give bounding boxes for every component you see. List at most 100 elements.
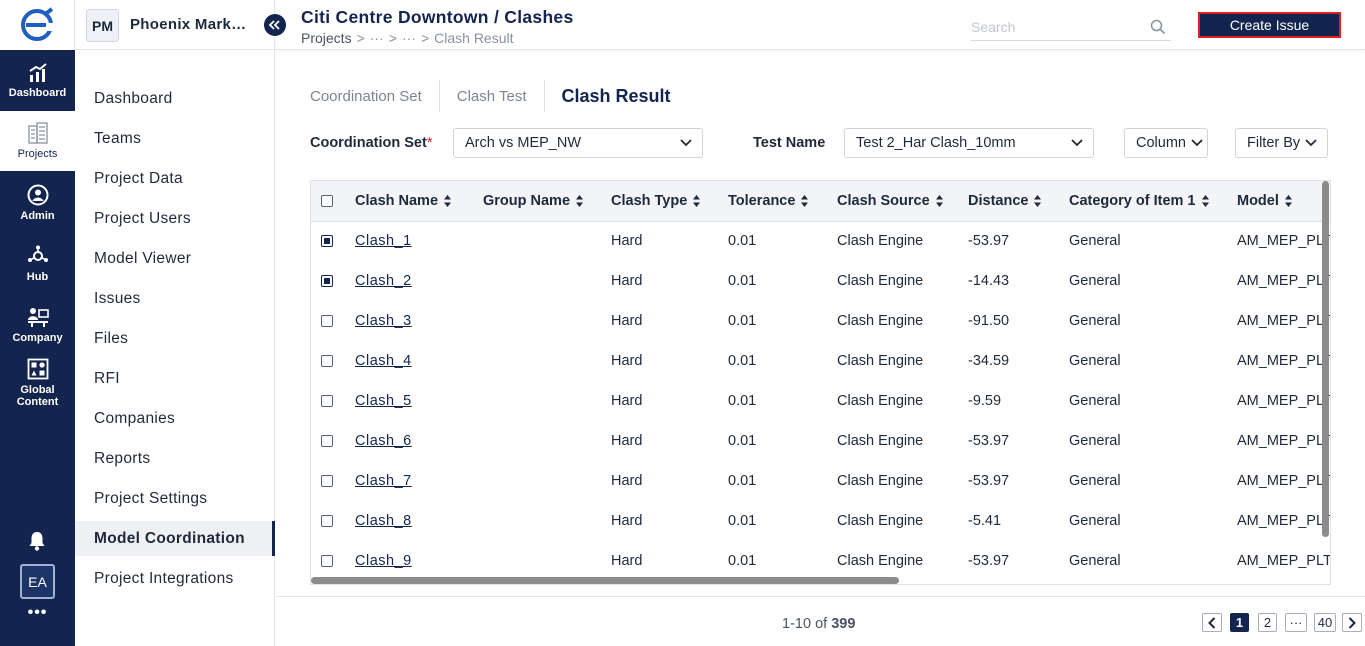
clash-name-link[interactable]: Clash_2	[355, 273, 412, 289]
column-header-clash-source[interactable]: Clash Source	[837, 181, 968, 222]
page-button-1[interactable]: 1	[1230, 613, 1249, 632]
app-logo[interactable]	[0, 0, 75, 50]
table-row[interactable]: Clash_1 Hard 0.01 Clash Engine -53.97 General…	[311, 221, 1330, 261]
clash-name-link[interactable]: Clash_6	[355, 433, 412, 449]
row-checkbox[interactable]	[321, 515, 333, 528]
vertical-scrollbar[interactable]	[1322, 181, 1329, 537]
row-checkbox[interactable]	[321, 475, 333, 488]
select-all-cell	[311, 181, 355, 222]
search-input[interactable]	[971, 16, 1141, 38]
next-page-button[interactable]	[1342, 613, 1362, 632]
more-menu-icon[interactable]: •••	[0, 604, 75, 622]
column-header-category-item-1[interactable]: Category of Item 1	[1069, 181, 1237, 222]
table-row[interactable]: Clash_7 Hard 0.01 Clash Engine -53.97 General…	[311, 461, 1330, 501]
clash-name-link[interactable]: Clash_9	[355, 553, 412, 569]
table-row[interactable]: Clash_4 Hard 0.01 Clash Engine -34.59 General…	[311, 341, 1330, 381]
create-issue-button[interactable]: Create Issue	[1198, 12, 1341, 38]
row-checkbox[interactable]	[321, 395, 333, 408]
sidebar-item-companies[interactable]: Companies	[75, 401, 275, 436]
double-chevron-left-icon	[269, 20, 280, 30]
table-row[interactable]: Clash_8 Hard 0.01 Clash Engine -5.41 General A…	[311, 501, 1330, 541]
column-header-clash-type[interactable]: Clash Type	[611, 181, 728, 222]
rail-item-global-content[interactable]: Global Content	[0, 352, 75, 414]
table-row[interactable]: Clash_6 Hard 0.01 Clash Engine -53.97 General…	[311, 421, 1330, 461]
sidebar-item-model-coordination[interactable]: Model Coordination	[75, 521, 275, 556]
rail-item-projects[interactable]: Projects	[0, 111, 75, 171]
distance-cell: -9.59	[968, 393, 1002, 409]
sort-icon[interactable]	[1284, 194, 1293, 208]
total-count: 399	[831, 616, 856, 632]
sidebar-item-project-settings[interactable]: Project Settings	[75, 481, 275, 516]
sort-icon[interactable]	[935, 194, 944, 208]
tab-clash-test[interactable]: Clash Test	[440, 80, 545, 112]
sidebar-item-rfi[interactable]: RFI	[75, 361, 275, 396]
project-header[interactable]: PM Phoenix Mark…	[75, 0, 275, 50]
rail-item-company[interactable]: Company	[0, 296, 75, 354]
clash-name-link[interactable]: Clash_4	[355, 353, 412, 369]
bell-icon[interactable]	[25, 529, 49, 553]
column-header-clash-name[interactable]: Clash Name	[355, 181, 483, 222]
user-avatar[interactable]: EA	[20, 564, 55, 599]
sidebar-item-dashboard[interactable]: Dashboard	[75, 81, 275, 116]
category-cell: General	[1069, 273, 1121, 289]
table-row[interactable]: Clash_9 Hard 0.01 Clash Engine -53.97 General…	[311, 541, 1330, 581]
sort-icon[interactable]	[1033, 194, 1042, 208]
breadcrumb-ellipsis[interactable]: ···	[402, 30, 416, 46]
chevron-down-icon	[1071, 139, 1083, 147]
horizontal-scrollbar[interactable]	[311, 577, 899, 584]
sidebar-item-model-viewer[interactable]: Model Viewer	[75, 241, 275, 276]
row-checkbox[interactable]	[321, 355, 333, 368]
clash-name-link[interactable]: Clash_1	[355, 233, 412, 249]
column-header-label: Distance	[968, 192, 1029, 209]
column-header-group-name[interactable]: Group Name	[483, 181, 611, 222]
rail-item-label: Hub	[26, 271, 49, 283]
column-header-model[interactable]: Model	[1237, 181, 1330, 222]
rail-item-hub[interactable]: Hub	[0, 235, 75, 293]
row-checkbox[interactable]	[321, 235, 333, 248]
breadcrumb-ellipsis[interactable]: ···	[370, 30, 384, 46]
table-row[interactable]: Clash_5 Hard 0.01 Clash Engine -9.59 General A…	[311, 381, 1331, 421]
rail-item-dashboard[interactable]: Dashboard	[0, 52, 75, 110]
row-checkbox[interactable]	[321, 435, 333, 448]
breadcrumb-projects[interactable]: Projects	[301, 30, 352, 46]
clash-name-link[interactable]: Clash_7	[355, 473, 412, 489]
sort-icon[interactable]	[800, 194, 809, 208]
columns-dropdown[interactable]: Column	[1124, 128, 1208, 158]
tab-coordination-set[interactable]: Coordination Set	[310, 80, 440, 112]
sidebar-item-project-integrations[interactable]: Project Integrations	[75, 561, 275, 596]
prev-page-button[interactable]	[1202, 613, 1222, 632]
table-row[interactable]: Clash_2 Hard 0.01 Clash Engine -14.43 General…	[311, 261, 1330, 301]
row-checkbox[interactable]	[321, 275, 333, 288]
sidebar-item-reports[interactable]: Reports	[75, 441, 275, 476]
search-icon[interactable]	[1150, 19, 1166, 35]
select-all-checkbox[interactable]	[321, 194, 333, 207]
sidebar-item-teams[interactable]: Teams	[75, 121, 275, 156]
tab-clash-result[interactable]: Clash Result	[545, 80, 688, 112]
sidebar-item-files[interactable]: Files	[75, 321, 275, 356]
sort-icon[interactable]	[575, 194, 584, 208]
sort-icon[interactable]	[692, 194, 701, 208]
sidebar-item-issues[interactable]: Issues	[75, 281, 275, 316]
coordination-set-select[interactable]: Arch vs MEP_NW	[453, 128, 703, 158]
row-checkbox[interactable]	[321, 555, 333, 568]
sidebar-item-project-data[interactable]: Project Data	[75, 161, 275, 196]
sort-icon[interactable]	[1201, 194, 1210, 208]
column-header-tolerance[interactable]: Tolerance	[728, 181, 837, 222]
table-row[interactable]: Clash_3 Hard 0.01 Clash Engine -91.50 General…	[311, 301, 1330, 341]
clash-name-link[interactable]: Clash_5	[355, 393, 412, 409]
page-ellipsis-button[interactable]: ···	[1285, 613, 1307, 632]
test-name-select[interactable]: Test 2_Har Clash_10mm	[844, 128, 1094, 158]
page-button-2[interactable]: 2	[1258, 613, 1277, 632]
model-cell: AM_MEP_PLT_	[1237, 393, 1331, 409]
sidebar-item-project-users[interactable]: Project Users	[75, 201, 275, 236]
collapse-sidebar-button[interactable]	[264, 14, 286, 36]
row-checkbox[interactable]	[321, 315, 333, 328]
clash-type-cell: Hard	[611, 353, 643, 369]
clash-name-link[interactable]: Clash_8	[355, 513, 412, 529]
rail-item-admin[interactable]: Admin	[0, 174, 75, 232]
page-button-40[interactable]: 40	[1314, 613, 1336, 632]
column-header-distance[interactable]: Distance	[968, 181, 1069, 222]
clash-name-link[interactable]: Clash_3	[355, 313, 412, 329]
sort-icon[interactable]	[443, 194, 452, 208]
filter-by-dropdown[interactable]: Filter By	[1235, 128, 1328, 158]
